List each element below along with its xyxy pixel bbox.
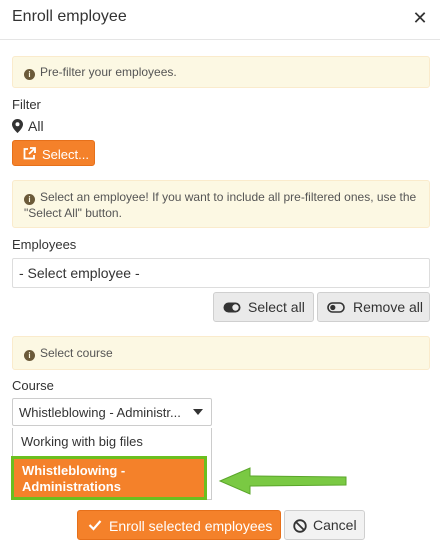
enroll-selected-label: Enroll selected employees bbox=[109, 518, 273, 534]
course-option[interactable]: Working with big files bbox=[13, 428, 211, 452]
filter-notice: i Pre-filter your employees. bbox=[12, 56, 430, 88]
external-link-icon bbox=[23, 147, 36, 160]
dialog-header: Enroll employee ✕ bbox=[0, 0, 440, 40]
course-select[interactable]: Whistleblowing - Administr... bbox=[12, 398, 212, 426]
course-notice: i Select course bbox=[12, 336, 430, 370]
cancel-label: Cancel bbox=[313, 517, 357, 533]
employees-label: Employees bbox=[12, 237, 77, 252]
close-icon[interactable]: ✕ bbox=[410, 8, 430, 28]
enroll-employee-dialog: Enroll employee ✕ i Pre-filter your emplo… bbox=[0, 0, 440, 552]
map-pin-icon bbox=[12, 119, 23, 133]
filter-label: Filter bbox=[12, 97, 41, 112]
select-filter-label: Select... bbox=[42, 147, 89, 162]
select-all-label: Select all bbox=[248, 299, 305, 315]
remove-all-label: Remove all bbox=[353, 299, 424, 315]
filter-value-text: All bbox=[28, 118, 44, 134]
course-label: Course bbox=[12, 378, 54, 393]
enroll-selected-button[interactable]: Enroll selected employees bbox=[77, 510, 281, 540]
dialog-title: Enroll employee bbox=[12, 8, 127, 25]
toggle-on-icon bbox=[223, 302, 241, 313]
course-selected-value: Whistleblowing - Administr... bbox=[19, 405, 181, 420]
employees-notice: i Select an employee! If you want to incl… bbox=[12, 180, 430, 228]
info-icon: i bbox=[24, 69, 35, 80]
course-dropdown-list: Working with big files Whistleblowing - … bbox=[11, 428, 212, 500]
course-notice-text: Select course bbox=[40, 346, 113, 360]
cancel-button[interactable]: Cancel bbox=[284, 510, 365, 540]
employee-select-input[interactable]: - Select employee - bbox=[12, 258, 430, 288]
course-option-highlighted[interactable]: Whistleblowing - Administrations bbox=[11, 456, 207, 500]
remove-all-button[interactable]: Remove all bbox=[317, 292, 430, 322]
filter-notice-text: Pre-filter your employees. bbox=[40, 65, 177, 79]
green-arrow-annotation bbox=[218, 467, 347, 495]
ban-icon bbox=[293, 519, 307, 533]
toggle-off-icon bbox=[327, 302, 345, 313]
info-icon: i bbox=[24, 194, 35, 205]
employees-notice-text: Select an employee! If you want to inclu… bbox=[24, 190, 417, 220]
select-filter-button[interactable]: Select... bbox=[12, 140, 95, 166]
check-icon bbox=[88, 520, 102, 531]
info-icon: i bbox=[24, 350, 35, 361]
chevron-down-icon bbox=[193, 409, 203, 415]
select-all-button[interactable]: Select all bbox=[213, 292, 314, 322]
filter-value: All bbox=[12, 118, 44, 134]
